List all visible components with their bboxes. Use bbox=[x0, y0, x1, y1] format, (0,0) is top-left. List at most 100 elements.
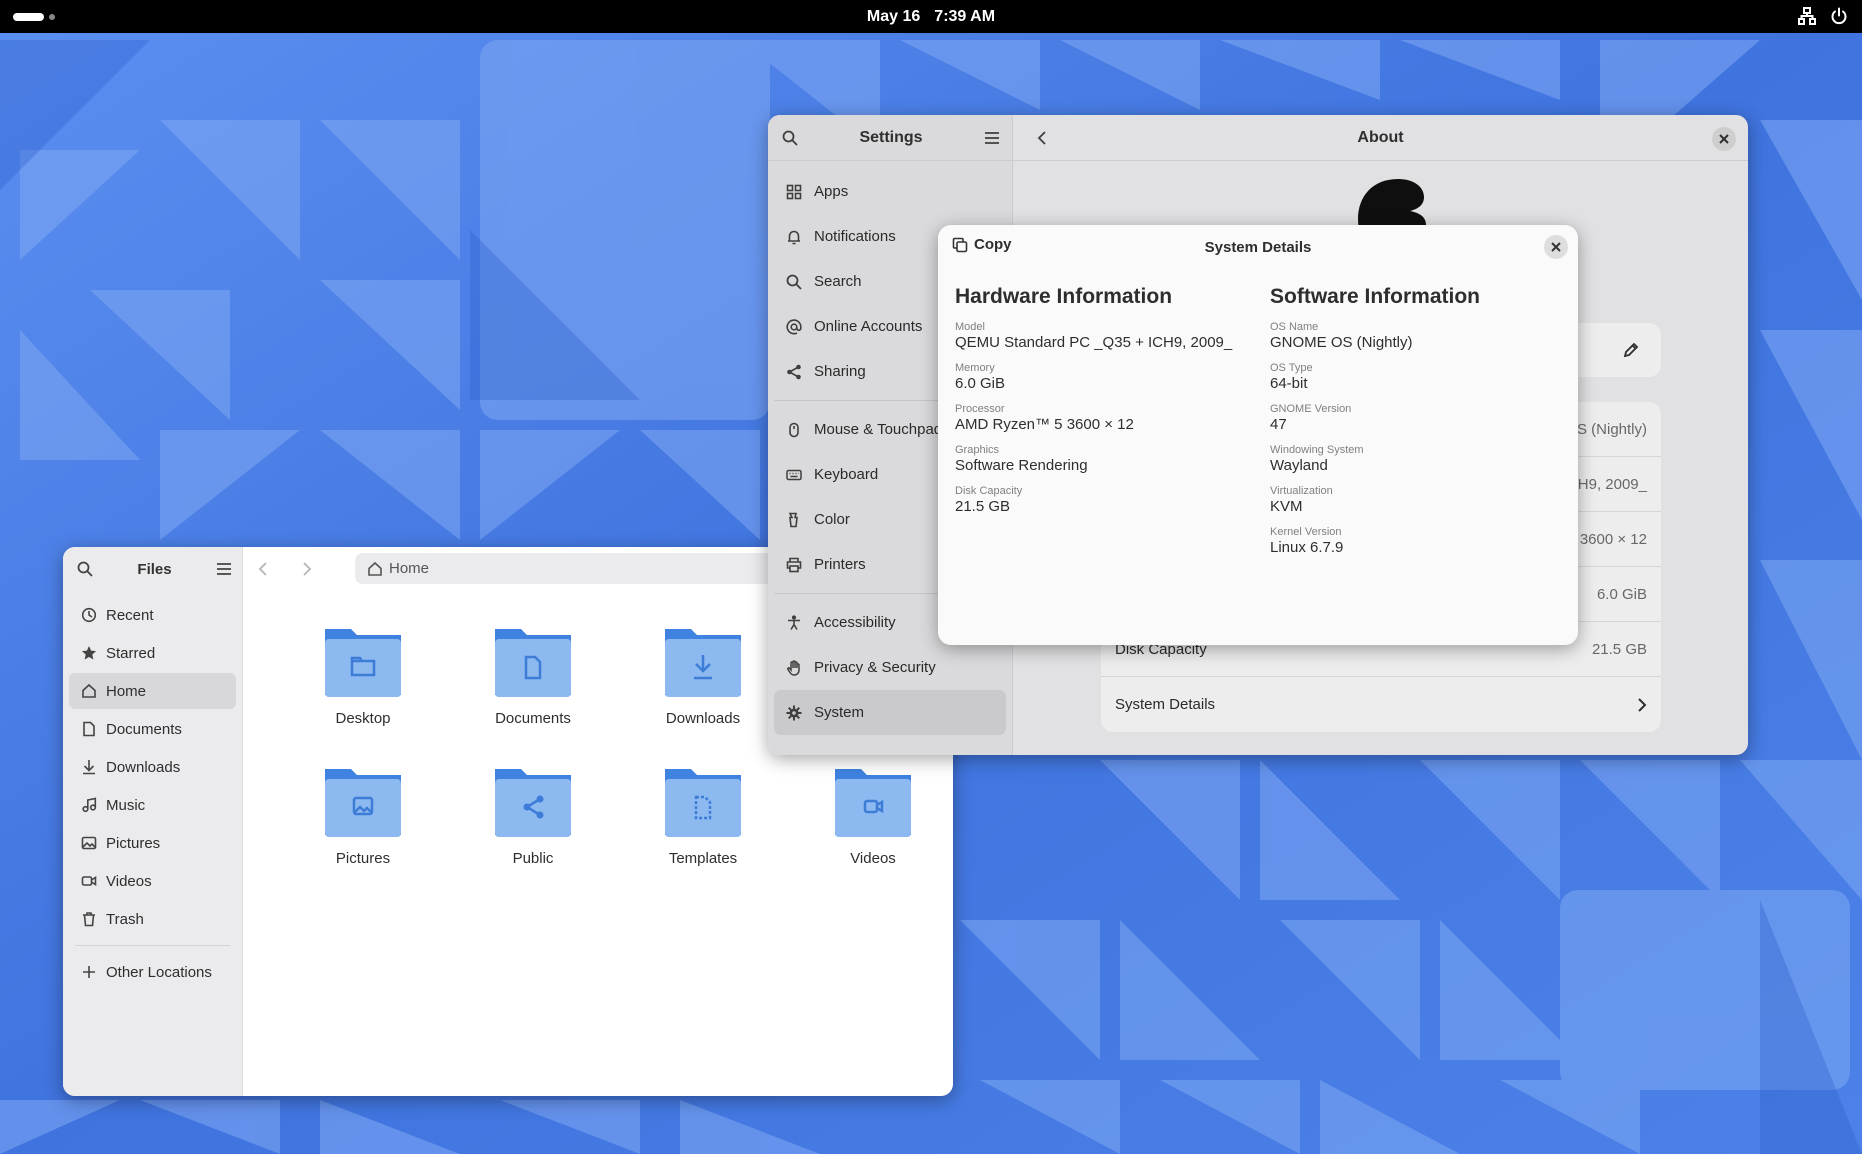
field-virtualization: Virtualization KVM bbox=[1270, 484, 1560, 516]
sidebar-item-other-locations[interactable]: Other Locations bbox=[69, 954, 236, 990]
folder-desktop-icon bbox=[325, 629, 401, 697]
sidebar-item-recent[interactable]: Recent bbox=[69, 597, 236, 633]
sidebar-item-label: Downloads bbox=[106, 758, 181, 776]
files-sidebar: Files Recent Starred Home Documents Down… bbox=[63, 547, 243, 1096]
software-info-section: Software Information OS Name GNOME OS (Ni… bbox=[1270, 285, 1560, 566]
files-places-list: Recent Starred Home Documents Downloads … bbox=[63, 591, 242, 998]
home-icon bbox=[368, 561, 382, 576]
field-label: Graphics bbox=[955, 444, 1000, 456]
path-bar-current: Home bbox=[389, 560, 430, 577]
back-icon[interactable] bbox=[257, 561, 271, 577]
sidebar-separator bbox=[75, 945, 230, 946]
folder-documents-icon bbox=[495, 629, 571, 697]
field-os-type: OS Type 64-bit bbox=[1270, 361, 1560, 393]
dialog-header: Copy System Details bbox=[938, 225, 1578, 269]
field-value: Software Rendering bbox=[955, 457, 1088, 474]
field-value: GNOME OS (Nightly) bbox=[1270, 334, 1413, 351]
sidebar-item-label: Videos bbox=[106, 872, 152, 890]
field-value: Linux 6.7.9 bbox=[1270, 539, 1344, 556]
folder-templates-icon bbox=[665, 769, 741, 837]
copy-icon bbox=[952, 237, 968, 252]
star-icon bbox=[81, 646, 97, 660]
copy-button-label: Copy bbox=[974, 236, 1012, 253]
forward-icon[interactable] bbox=[299, 561, 313, 577]
clock-time: 7:39 AM bbox=[934, 8, 996, 25]
folder-documents[interactable]: Documents bbox=[458, 621, 608, 727]
clock-button[interactable]: May 16 7:39 AM bbox=[0, 8, 1862, 26]
picture-icon bbox=[81, 836, 97, 850]
copy-button[interactable]: Copy bbox=[952, 236, 1012, 253]
folder-videos[interactable]: Videos bbox=[798, 761, 948, 867]
folder-pictures-icon bbox=[325, 769, 401, 837]
field-label: Model bbox=[955, 321, 985, 333]
music-icon bbox=[82, 797, 97, 813]
files-sidebar-header: Files bbox=[63, 547, 242, 591]
document-icon bbox=[83, 721, 95, 737]
sidebar-item-label: Other Locations bbox=[106, 963, 212, 981]
section-heading: Hardware Information bbox=[955, 285, 1173, 308]
folder-public-icon bbox=[495, 769, 571, 837]
dialog-title: System Details bbox=[1204, 238, 1312, 256]
sidebar-item-label: Starred bbox=[106, 644, 156, 662]
sidebar-item-downloads[interactable]: Downloads bbox=[69, 749, 236, 785]
clock-date: May 16 bbox=[866, 8, 921, 25]
field-disk-capacity: Disk Capacity 21.5 GB bbox=[955, 484, 1245, 516]
sidebar-item-music[interactable]: Music bbox=[69, 787, 236, 823]
sidebar-item-home[interactable]: Home bbox=[69, 673, 236, 709]
folder-label: Pictures bbox=[335, 850, 391, 867]
field-kernel-version: Kernel Version Linux 6.7.9 bbox=[1270, 525, 1560, 557]
field-processor: Processor AMD Ryzen™ 5 3600 × 12 bbox=[955, 402, 1245, 434]
sidebar-item-videos[interactable]: Videos bbox=[69, 863, 236, 899]
section-heading: Software Information bbox=[1270, 285, 1481, 308]
field-label: Disk Capacity bbox=[955, 485, 1023, 497]
system-details-dialog: Copy System Details Hardware Information… bbox=[938, 225, 1578, 645]
field-label: Windowing System bbox=[1270, 444, 1364, 456]
sidebar-item-trash[interactable]: Trash bbox=[69, 901, 236, 937]
folder-label: Public bbox=[512, 850, 554, 867]
field-label: Memory bbox=[955, 362, 995, 374]
close-button[interactable] bbox=[1544, 235, 1568, 259]
field-label: OS Name bbox=[1270, 321, 1319, 333]
field-graphics: Graphics Software Rendering bbox=[955, 443, 1245, 475]
files-app-title: Files bbox=[137, 560, 172, 578]
system-tray[interactable] bbox=[1798, 7, 1848, 25]
folder-label: Downloads bbox=[665, 710, 741, 727]
field-value: 21.5 GB bbox=[955, 498, 1011, 515]
field-value: KVM bbox=[1270, 498, 1303, 515]
sidebar-item-label: Pictures bbox=[106, 834, 161, 852]
sidebar-item-label: Recent bbox=[106, 606, 154, 624]
folder-templates[interactable]: Templates bbox=[628, 761, 778, 867]
search-icon[interactable] bbox=[77, 561, 93, 577]
folder-label: Desktop bbox=[335, 710, 391, 727]
folder-downloads[interactable]: Downloads bbox=[628, 621, 778, 727]
folder-label: Videos bbox=[850, 850, 896, 867]
field-value: QEMU Standard PC _Q35 + ICH9, 2009_ bbox=[955, 334, 1233, 351]
folder-label: Documents bbox=[495, 710, 571, 727]
home-icon bbox=[82, 683, 96, 698]
field-gnome-version: GNOME Version 47 bbox=[1270, 402, 1560, 434]
sidebar-item-label: Trash bbox=[106, 910, 144, 928]
trash-icon bbox=[83, 912, 95, 927]
video-icon bbox=[81, 876, 97, 886]
field-label: Kernel Version bbox=[1270, 526, 1342, 538]
top-bar: May 16 7:39 AM bbox=[0, 0, 1862, 33]
folder-label: Templates bbox=[668, 850, 738, 867]
field-label: OS Type bbox=[1270, 362, 1313, 374]
sidebar-item-documents[interactable]: Documents bbox=[69, 711, 236, 747]
sidebar-item-starred[interactable]: Starred bbox=[69, 635, 236, 671]
folder-public[interactable]: Public bbox=[458, 761, 608, 867]
download-icon bbox=[83, 760, 95, 775]
hardware-info-section: Hardware Information Model QEMU Standard … bbox=[955, 285, 1245, 525]
sidebar-item-label: Music bbox=[106, 796, 146, 814]
field-windowing-system: Windowing System Wayland bbox=[1270, 443, 1560, 475]
folder-desktop[interactable]: Desktop bbox=[288, 621, 438, 727]
folder-pictures[interactable]: Pictures bbox=[288, 761, 438, 867]
menu-icon[interactable] bbox=[216, 561, 232, 577]
field-os-name: OS Name GNOME OS (Nightly) bbox=[1270, 320, 1560, 352]
field-value: 64-bit bbox=[1270, 375, 1308, 392]
field-value: 6.0 GiB bbox=[955, 375, 1006, 392]
path-bar[interactable]: Home bbox=[355, 553, 805, 584]
field-value: AMD Ryzen™ 5 3600 × 12 bbox=[955, 416, 1134, 433]
field-label: Processor bbox=[955, 403, 1005, 415]
sidebar-item-pictures[interactable]: Pictures bbox=[69, 825, 236, 861]
